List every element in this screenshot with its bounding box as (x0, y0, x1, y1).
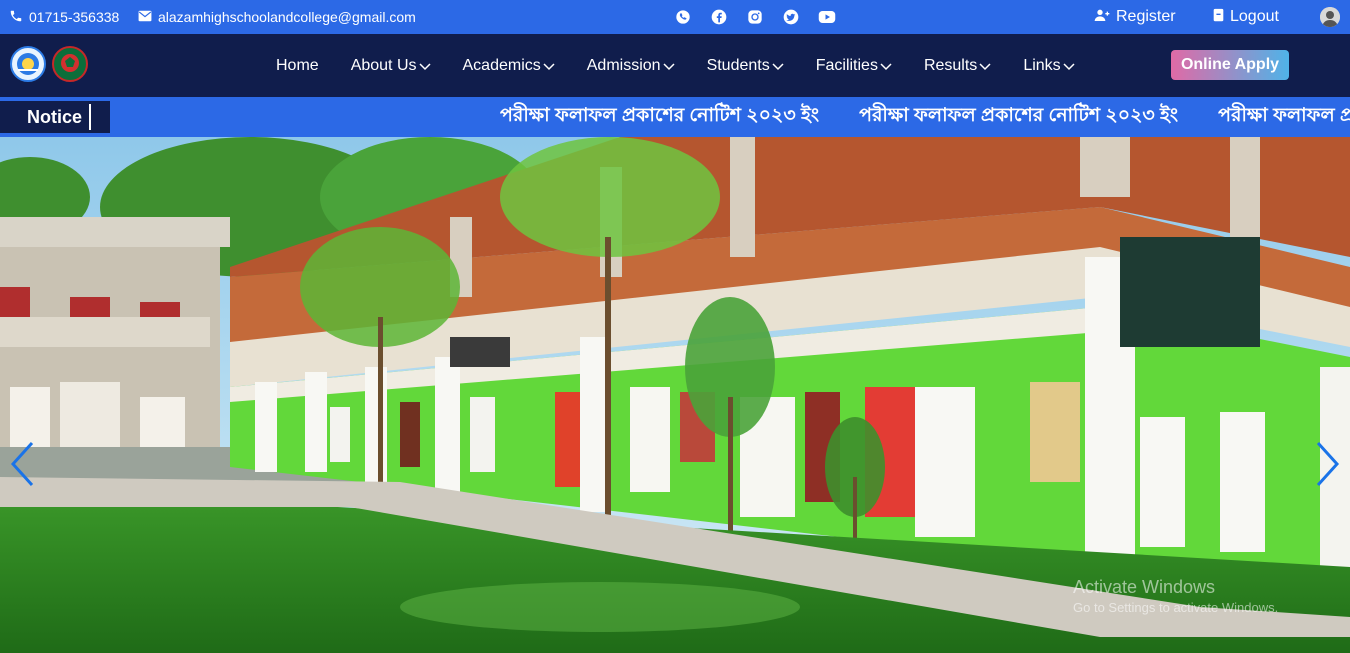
nav-item-links[interactable]: Links (1023, 56, 1075, 75)
nav-item-label: Admission (586, 56, 661, 74)
notice-label: Notice (0, 101, 110, 133)
nav-item-label: Links (1023, 56, 1061, 74)
logout-link[interactable]: Logout (1213, 0, 1279, 34)
main-navbar: Home About Us Academics Admission Studen… (0, 34, 1350, 97)
chevron-down-icon (880, 60, 892, 72)
twitter-icon[interactable] (782, 8, 800, 26)
logos[interactable] (10, 46, 88, 82)
whatsapp-icon[interactable] (674, 8, 692, 26)
nav-menu: Home About Us Academics Admission Studen… (276, 34, 1107, 97)
chevron-down-icon (543, 60, 555, 72)
instagram-icon[interactable] (746, 8, 764, 26)
chevron-down-icon (663, 60, 675, 72)
school-logo[interactable] (10, 46, 46, 82)
slider-next-arrow[interactable] (1314, 441, 1340, 487)
user-plus-icon (1094, 8, 1110, 27)
register-label: Register (1116, 8, 1176, 25)
avatar[interactable] (1320, 7, 1340, 27)
hero-slider: Activate Windows Go to Settings to activ… (0, 137, 1350, 653)
windows-activation-watermark: Activate Windows Go to Settings to activ… (1073, 577, 1278, 615)
chevron-down-icon (1063, 60, 1075, 72)
campus-photo (0, 137, 1350, 653)
nav-item-label: About Us (350, 56, 417, 74)
online-apply-button[interactable]: Online Apply (1171, 50, 1289, 80)
register-link[interactable]: Register (1094, 0, 1176, 34)
nav-item-label: Results (923, 56, 978, 74)
email-address: alazamhighschoolandcollege@gmail.com (158, 9, 416, 25)
watermark-subtitle: Go to Settings to activate Windows. (1073, 600, 1279, 615)
notice-item[interactable]: পরীক্ষা ফলাফল প্রকাশের নোটিশ ২০২৩ ইং (500, 101, 819, 133)
slider-prev-arrow[interactable] (10, 441, 36, 487)
phone-contact[interactable]: 01715-356338 (9, 0, 119, 34)
facebook-icon[interactable] (710, 8, 728, 26)
nav-item-results[interactable]: Results (924, 57, 991, 75)
youtube-icon[interactable] (818, 8, 836, 26)
chevron-down-icon (772, 60, 784, 72)
phone-number: 01715-356338 (29, 9, 120, 25)
notice-divider (89, 104, 91, 130)
chevron-down-icon (979, 60, 991, 72)
nav-item-home[interactable]: Home (276, 57, 319, 75)
chevron-down-icon (418, 60, 431, 72)
nav-item-label: Home (276, 56, 319, 74)
phone-icon (9, 9, 23, 26)
envelope-icon (138, 9, 152, 25)
email-contact[interactable]: alazamhighschoolandcollege@gmail.com (138, 0, 416, 34)
logout-label: Logout (1230, 8, 1279, 25)
nav-item-label: Facilities (815, 56, 878, 74)
nav-item-students[interactable]: Students (707, 57, 784, 75)
notice-item[interactable]: পরীক্ষা ফলাফল প্রকাশের নোটিশ ২০২৩ ইং (859, 101, 1178, 133)
nav-item-label: Academics (462, 56, 541, 74)
nav-item-academics[interactable]: Academics (463, 57, 555, 75)
notice-bar: পরীক্ষা ফলাফল প্রকাশের নোটিশ ২০২৩ ইং পরী… (0, 97, 1350, 137)
logout-icon (1213, 8, 1224, 27)
watermark-title: Activate Windows (1073, 577, 1216, 597)
notice-marquee[interactable]: পরীক্ষা ফলাফল প্রকাশের নোটিশ ২০২৩ ইং পরী… (500, 97, 1350, 137)
nav-item-label: Students (706, 56, 770, 74)
nav-item-admission[interactable]: Admission (587, 57, 675, 75)
notice-label-text: Notice (27, 106, 83, 127)
bangladesh-govt-logo[interactable] (52, 46, 88, 82)
notice-item[interactable]: পরীক্ষা ফলাফল প্রকাশের নোটিশ ২০২৩ ইং (1218, 101, 1350, 133)
top-contact-bar: 01715-356338 alazamhighschoolandcollege@… (0, 0, 1350, 34)
social-links (674, 0, 836, 34)
nav-item-facilities[interactable]: Facilities (816, 57, 892, 75)
nav-item-about-us[interactable]: About Us (351, 57, 431, 75)
